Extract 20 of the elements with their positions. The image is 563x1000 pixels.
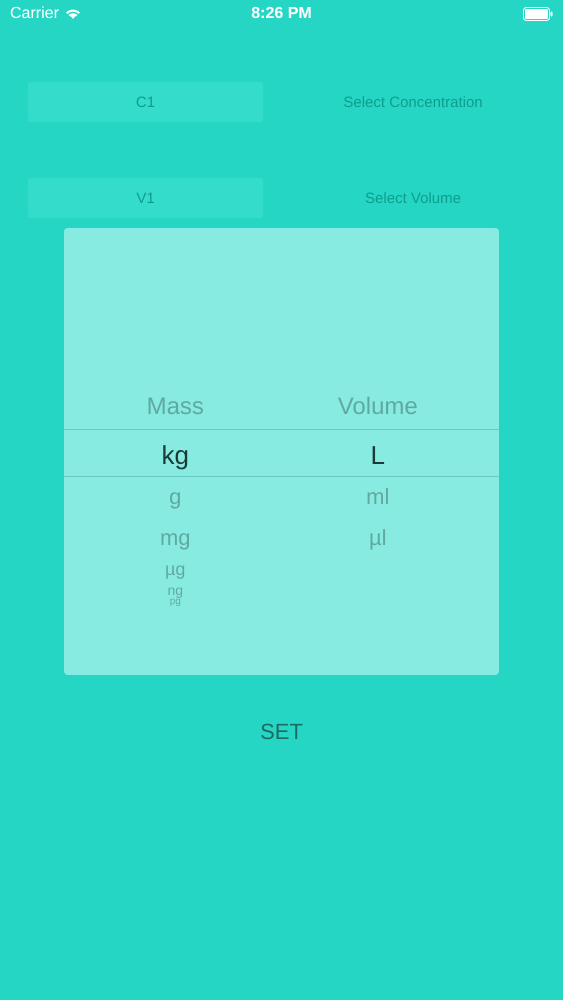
picker-option[interactable]: ml	[366, 484, 390, 510]
carrier-label: Carrier	[10, 5, 59, 23]
wifi-icon	[64, 8, 81, 20]
picker-option[interactable]: ng	[167, 582, 184, 599]
set-button[interactable]: SET	[250, 715, 313, 749]
picker-option[interactable]: µl	[368, 525, 387, 552]
clock: 8:26 PM	[250, 5, 313, 23]
picker-option[interactable]: L	[370, 440, 385, 472]
column-title: Volume	[338, 393, 418, 422]
picker-option[interactable]: kg	[162, 440, 189, 472]
picker-option[interactable]: mg	[160, 525, 191, 552]
select-link[interactable]: Select Volume	[263, 190, 563, 206]
picker-option[interactable]: pg	[170, 596, 181, 608]
input-field[interactable]: C1	[28, 82, 263, 122]
column-title: Mass	[146, 393, 204, 422]
picker-option[interactable]: g	[169, 484, 182, 510]
select-link[interactable]: Select Concentration	[263, 94, 563, 110]
battery-icon	[523, 7, 553, 21]
picker-option[interactable]: µg	[165, 559, 186, 581]
input-field[interactable]: V1	[28, 178, 263, 218]
